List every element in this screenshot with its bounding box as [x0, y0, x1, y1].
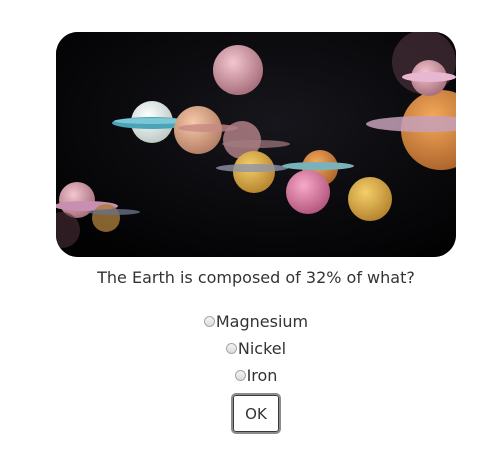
question-text: The Earth is composed of 32% of what?: [97, 268, 415, 287]
answer-options: Magnesium Nickel Iron: [0, 308, 503, 389]
option-label: Nickel: [237, 339, 287, 358]
radio-button[interactable]: [234, 370, 246, 381]
planets-photo: [56, 32, 456, 257]
quiz-page: The Earth is composed of 32% of what? Ma…: [0, 0, 503, 460]
radio-button[interactable]: [203, 316, 215, 327]
planets-illustration: [56, 32, 456, 257]
option-magnesium[interactable]: Magnesium: [0, 308, 503, 335]
radio-button[interactable]: [225, 343, 237, 354]
option-nickel[interactable]: Nickel: [0, 335, 503, 362]
option-label: Iron: [246, 366, 278, 385]
option-iron[interactable]: Iron: [0, 362, 503, 389]
option-label: Magnesium: [215, 312, 309, 331]
ok-button[interactable]: OK: [231, 393, 281, 434]
